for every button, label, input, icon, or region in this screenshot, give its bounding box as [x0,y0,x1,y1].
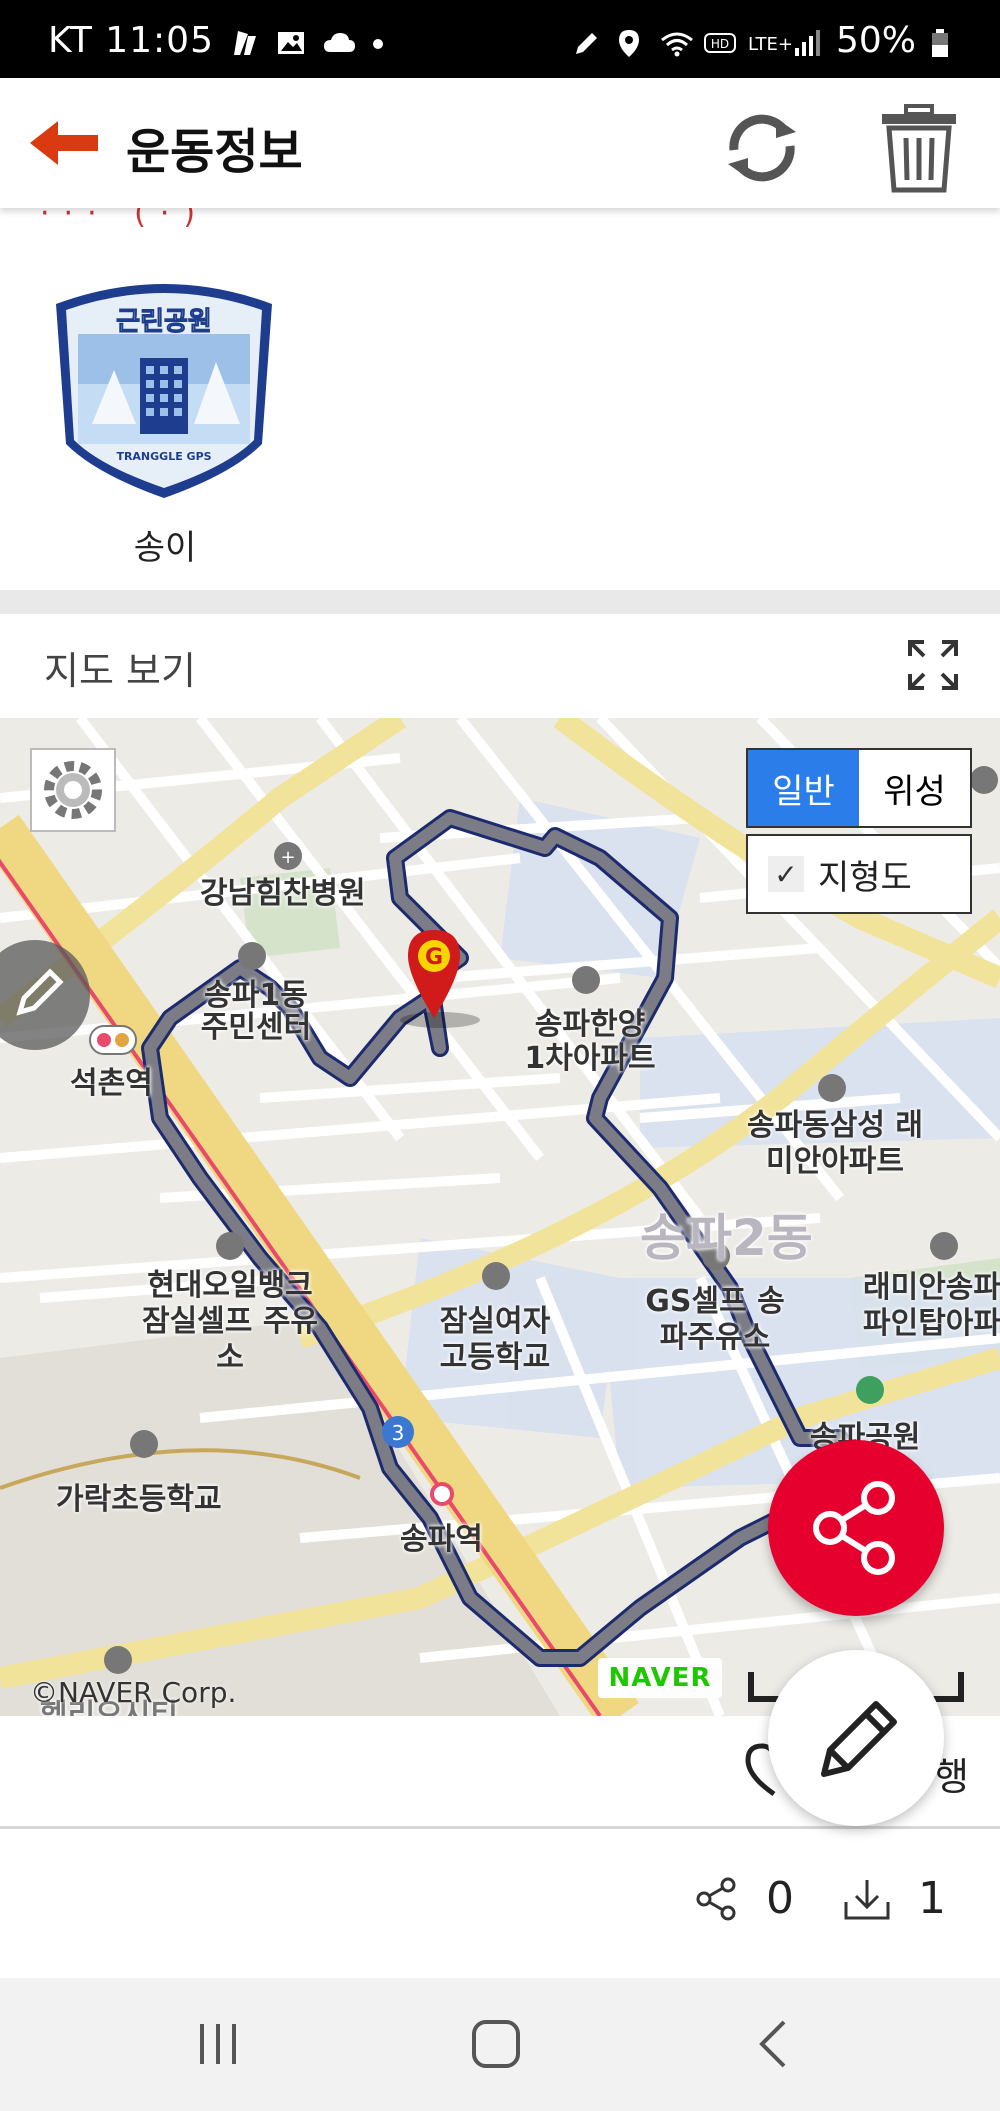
place-label: 송파한양 1차아파트 [524,1007,656,1076]
gallery-icon [276,26,306,56]
refresh-icon[interactable] [720,106,804,190]
flash-icon [230,26,260,56]
download-icon [844,1879,890,1919]
svg-text:+: + [280,847,295,868]
svg-text:LTE+: LTE+ [748,34,792,55]
fullscreen-icon[interactable] [906,638,960,692]
place-label: 잠실여자 고등학교 [439,1304,551,1375]
svg-text:3: 3 [392,1421,405,1445]
place-label: 강남힘찬병원 [200,876,366,911]
svg-text:HD: HD [711,37,729,51]
terrain-label: 지형도 [818,857,912,898]
map-type-satellite[interactable]: 위성 [859,750,970,826]
start-marker-letter: G [425,945,443,970]
share-count-value: 0 [766,1873,794,1924]
trash-icon[interactable] [880,104,958,194]
badge-label: 송이 [133,528,197,568]
lte-icon: LTE+ [748,26,793,56]
hd-icon: HD [703,26,736,56]
gear-icon [44,761,102,819]
cloud-icon [322,26,355,56]
map-settings-button[interactable] [30,748,116,832]
app-bar: 운동정보 [0,78,1000,208]
download-count[interactable]: 1 [842,1873,946,1924]
place-label: 송파역 [400,1522,483,1557]
draw-button[interactable] [0,940,90,1050]
place-label: 송파1동 주민센터 [200,978,312,1045]
page-title: 운동정보 [126,124,303,180]
place-label: 현대오일뱅크 잠실셀프 주유소 [141,1268,319,1375]
district-label: 송파2동 [640,1209,813,1267]
naver-logo: NAVER [598,1658,722,1698]
back-nav-icon[interactable] [744,2014,804,2074]
battery-percent: 50% [835,20,916,61]
share-icon [813,1481,895,1575]
edit-fab[interactable] [768,1650,944,1826]
badge-title: 근린공원 [116,307,212,337]
place-label: 송파동삼성 래미안아파트 [746,1108,924,1179]
share-small-icon [696,1877,736,1920]
map-type-toggle: 일반 위성 [746,748,972,828]
dot-icon [368,26,398,56]
checkbox-checked-icon[interactable]: ✓ [768,856,804,892]
map-header: 지도 보기 [0,614,1000,718]
location-icon [616,26,646,57]
home-icon[interactable] [466,2014,526,2074]
share-count[interactable]: 0 [694,1873,794,1924]
status-bar: KT 11:05 HD LTE+ 50% [0,0,1000,78]
recent-apps-icon[interactable] [188,2014,248,2074]
place-label: 석촌역 [70,1066,153,1101]
edit-status-icon [572,26,602,56]
status-left: KT 11:05 [48,20,398,61]
counts-row: 0 1 [0,1829,1000,1979]
carrier-time: KT 11:05 [48,20,214,61]
section-divider [0,590,1000,614]
pencil-icon [16,968,64,1016]
status-right: HD LTE+ 50% [572,20,960,61]
pencil-icon [821,1701,897,1777]
badge-brand: TRANGGLE GPS [116,450,211,463]
battery-icon [930,26,960,57]
terrain-toggle[interactable]: ✓ 지형도 [746,834,972,914]
wifi-icon [660,26,693,56]
back-arrow-icon[interactable] [22,113,102,173]
download-count-value: 1 [918,1873,946,1924]
map-section-title: 지도 보기 [44,649,196,693]
system-nav-bar [0,1978,1000,2111]
place-label: 래미안송파 파인탑아파 [863,1270,1000,1341]
map-type-normal[interactable]: 일반 [748,750,859,826]
place-label: GS셀프 송파주유소 [645,1284,785,1355]
place-label: 가락초등학교 [56,1482,222,1517]
signal-icon [792,26,822,56]
map-copyright: ©NAVER Corp. [30,1676,237,1709]
share-fab[interactable] [768,1440,944,1616]
park-badge[interactable]: 근린공원 TRANGGLE GPS [52,274,276,500]
